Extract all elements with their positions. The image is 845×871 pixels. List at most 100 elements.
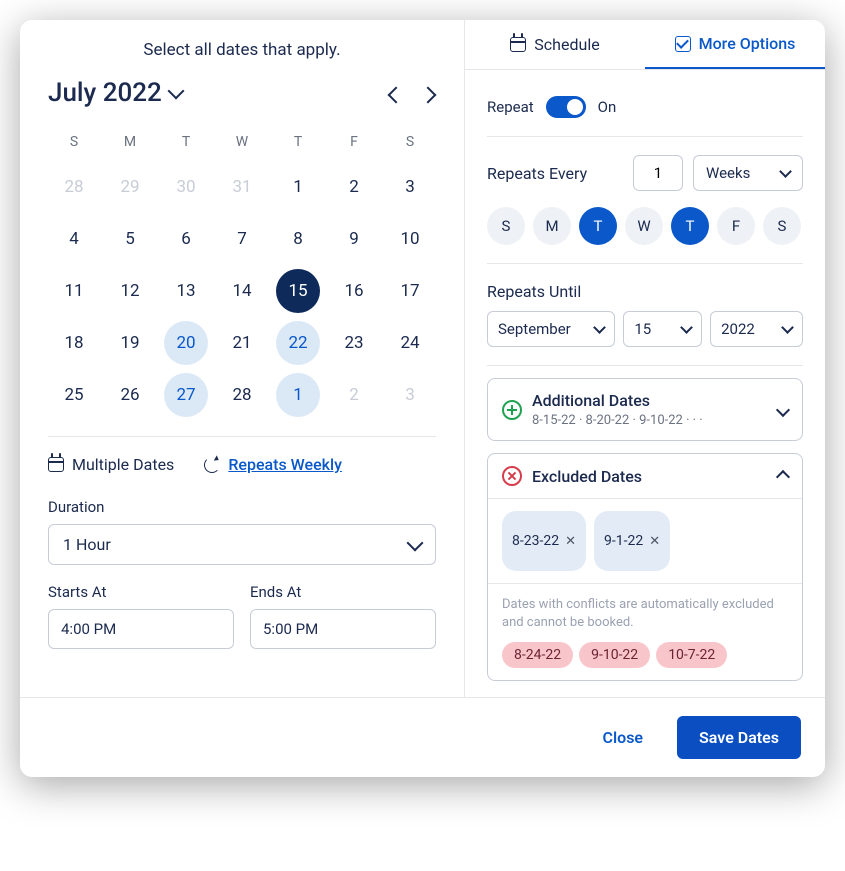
day-of-week-header: S [48, 126, 100, 158]
repeat-label: Repeat [487, 98, 534, 116]
chevron-down-icon [778, 400, 788, 419]
next-month-button[interactable] [422, 86, 436, 100]
excluded-date-chip: 9-1-22 ✕ [594, 511, 670, 571]
calendar-day: 3 [384, 372, 436, 418]
starts-at-label: Starts At [48, 583, 234, 601]
tab-more-options[interactable]: More Options [645, 20, 825, 69]
weekday-pill[interactable]: S [763, 207, 801, 245]
ends-at-input[interactable] [250, 609, 436, 649]
chevron-up-icon [778, 467, 788, 486]
excluded-dates-card: Excluded Dates 8-23-22 ✕ 9-1-22 ✕ Dates wit… [487, 453, 803, 681]
repeats-until-month[interactable]: September [487, 311, 615, 347]
weekday-pill[interactable]: T [671, 207, 709, 245]
repeats-weekly-link[interactable]: Repeats Weekly [204, 455, 342, 474]
month-selector[interactable]: July 2022 [48, 78, 182, 108]
repeats-until-day[interactable]: 15 [623, 311, 702, 347]
starts-at-input[interactable] [48, 609, 234, 649]
repeats-until-label: Repeats Until [487, 282, 803, 301]
multiple-dates-option[interactable]: Multiple Dates [48, 455, 174, 474]
calendar-day: 29 [104, 164, 156, 210]
day-of-week-header: F [328, 126, 380, 158]
chip-label: 9-1-22 [604, 533, 643, 549]
calendar-day[interactable]: 13 [160, 268, 212, 314]
date-picker-modal: Select all dates that apply. July 2022 S… [20, 20, 825, 777]
calendar-day[interactable]: 26 [104, 372, 156, 418]
prev-month-button[interactable] [390, 86, 404, 100]
day-of-week-header: T [272, 126, 324, 158]
calendar-day[interactable]: 11 [48, 268, 100, 314]
weekday-pill[interactable]: S [487, 207, 525, 245]
calendar-day[interactable]: 12 [104, 268, 156, 314]
duration-label: Duration [48, 498, 436, 516]
checkbox-icon [675, 36, 691, 52]
calendar-day[interactable]: 16 [328, 268, 380, 314]
calendar-day[interactable]: 27 [164, 373, 208, 417]
calendar-day[interactable]: 25 [48, 372, 100, 418]
remove-chip-icon[interactable]: ✕ [649, 534, 660, 549]
refresh-icon [204, 457, 220, 473]
excluded-helper-text: Dates with conflicts are automatically e… [502, 596, 788, 632]
additional-dates-title: Additional Dates [532, 391, 703, 410]
repeats-weekly-label: Repeats Weekly [228, 455, 342, 474]
conflict-date-chip: 10-7-22 [656, 642, 727, 668]
calendar-day[interactable]: 28 [216, 372, 268, 418]
tab-schedule[interactable]: Schedule [465, 20, 645, 69]
calendar-day[interactable]: 3 [384, 164, 436, 210]
weekday-pill[interactable]: M [533, 207, 571, 245]
calendar-day[interactable]: 21 [216, 320, 268, 366]
repeats-until-month-value: September [498, 320, 571, 338]
calendar-day: 30 [160, 164, 212, 210]
calendar-day[interactable]: 20 [164, 321, 208, 365]
tab-more-options-label: More Options [699, 34, 796, 53]
chevron-down-icon [779, 165, 792, 178]
calendar-day[interactable]: 22 [276, 321, 320, 365]
chevron-down-icon [167, 83, 184, 100]
plus-circle-icon [502, 400, 522, 420]
weekday-pill[interactable]: F [717, 207, 755, 245]
ends-at-label: Ends At [250, 583, 436, 601]
repeats-until-year-value: 2022 [721, 320, 755, 338]
calendar-day[interactable]: 7 [216, 216, 268, 262]
weekday-pill[interactable]: W [625, 207, 663, 245]
repeat-state: On [598, 98, 617, 116]
repeats-every-count[interactable] [633, 155, 683, 191]
calendar-day[interactable]: 18 [48, 320, 100, 366]
calendar-day: 31 [216, 164, 268, 210]
day-of-week-header: T [160, 126, 212, 158]
duration-value: 1 Hour [63, 535, 111, 554]
repeats-until-year[interactable]: 2022 [710, 311, 803, 347]
calendar-day[interactable]: 8 [272, 216, 324, 262]
calendar-day[interactable]: 10 [384, 216, 436, 262]
calendar-day: 28 [48, 164, 100, 210]
additional-dates-header[interactable]: Additional Dates 8-15-22 · 8-20-22 · 9-1… [488, 379, 802, 440]
chip-label: 8-23-22 [512, 533, 559, 549]
modal-footer: Close Save Dates [20, 697, 825, 777]
save-dates-button[interactable]: Save Dates [677, 716, 801, 759]
close-button[interactable]: Close [585, 716, 662, 759]
calendar-day[interactable]: 2 [328, 164, 380, 210]
day-of-week-header: W [216, 126, 268, 158]
calendar-day[interactable]: 24 [384, 320, 436, 366]
conflict-date-chip: 8-24-22 [502, 642, 573, 668]
calendar-day[interactable]: 17 [384, 268, 436, 314]
calendar-day[interactable]: 14 [216, 268, 268, 314]
repeats-every-unit[interactable]: Weeks [693, 155, 803, 191]
excluded-dates-header[interactable]: Excluded Dates [488, 454, 802, 498]
repeat-toggle[interactable] [546, 96, 586, 118]
divider [48, 436, 436, 437]
calendar-day[interactable]: 9 [328, 216, 380, 262]
weekday-pill[interactable]: T [579, 207, 617, 245]
remove-chip-icon[interactable]: ✕ [565, 534, 576, 549]
calendar-panel: Select all dates that apply. July 2022 S… [20, 20, 465, 697]
calendar-day[interactable]: 1 [272, 164, 324, 210]
calendar-day[interactable]: 19 [104, 320, 156, 366]
calendar-day[interactable]: 15 [276, 269, 320, 313]
month-label: July 2022 [48, 78, 162, 108]
calendar-day[interactable]: 4 [48, 216, 100, 262]
duration-select[interactable]: 1 Hour [48, 524, 436, 565]
calendar-day[interactable]: 1 [276, 373, 320, 417]
calendar-day[interactable]: 6 [160, 216, 212, 262]
calendar-day[interactable]: 5 [104, 216, 156, 262]
calendar-day[interactable]: 23 [328, 320, 380, 366]
x-circle-icon [502, 466, 522, 486]
